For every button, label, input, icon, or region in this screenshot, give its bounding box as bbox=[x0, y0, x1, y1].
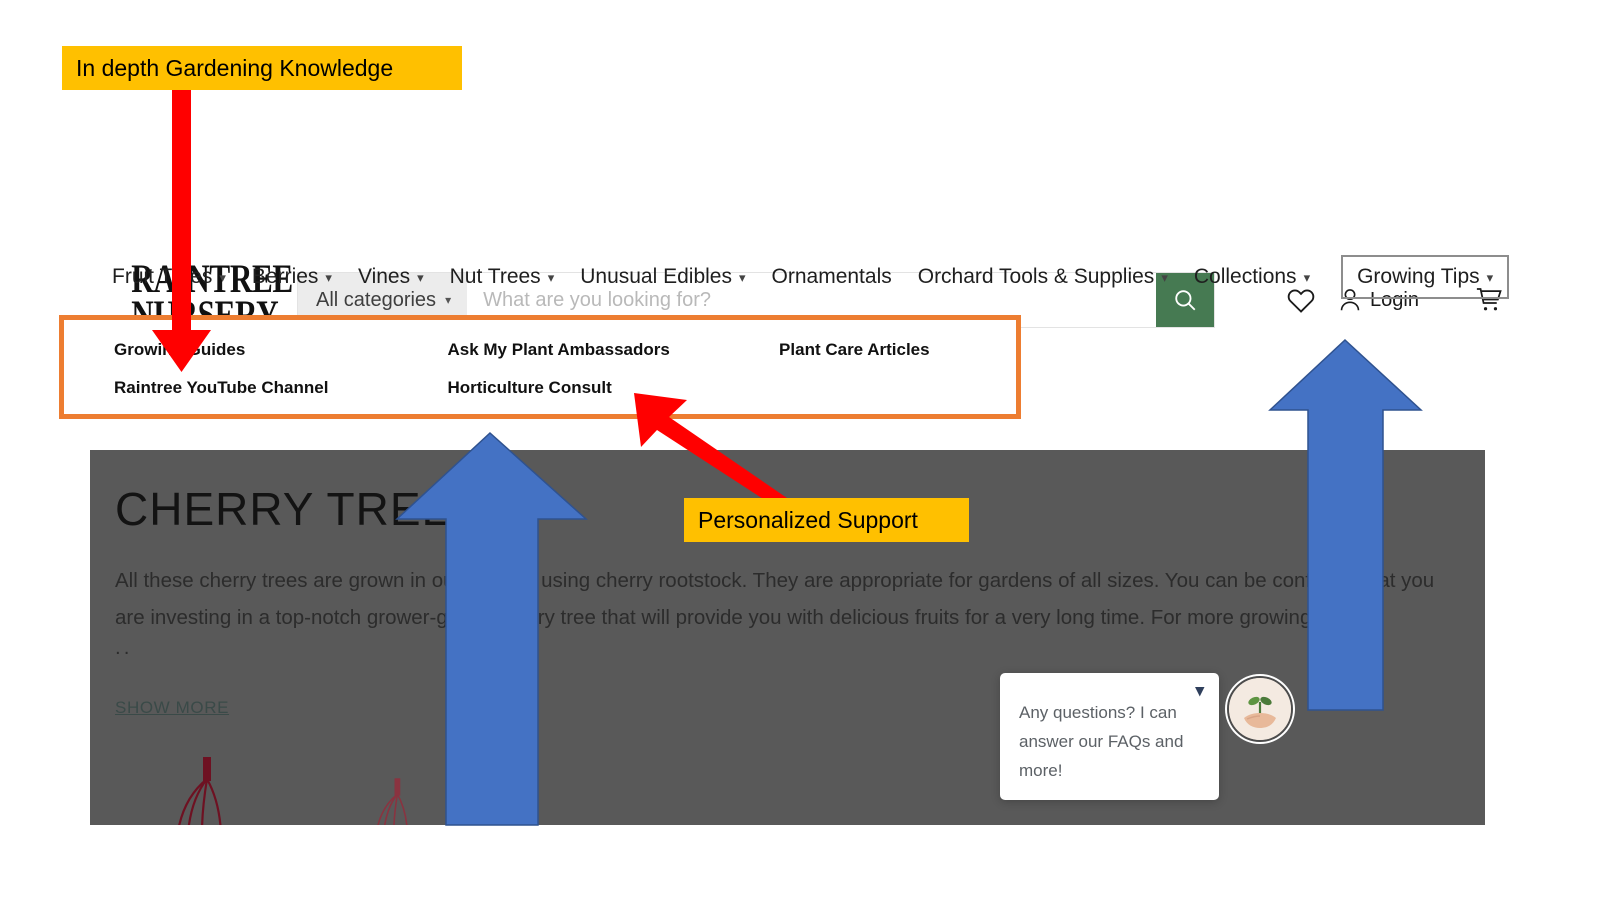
nav-item-nut-trees[interactable]: Nut Trees ▾ bbox=[450, 263, 555, 291]
nav-item-fruit-trees[interactable]: Fruit Trees ▾ bbox=[112, 263, 226, 291]
nav-label: Ornamentals bbox=[771, 265, 892, 288]
nav-item-orchard-tools-supplies[interactable]: Orchard Tools & Supplies ▾ bbox=[918, 263, 1168, 291]
nav-label: Unusual Edibles bbox=[580, 265, 732, 288]
hero-ellipsis: .. bbox=[115, 636, 133, 659]
chevron-down-icon: ▾ bbox=[1161, 270, 1168, 285]
nav-label: Collections bbox=[1193, 265, 1297, 288]
nav-item-berries[interactable]: Berries ▾ bbox=[252, 263, 332, 291]
chevron-down-icon: ▾ bbox=[325, 270, 332, 285]
nav-item-collections[interactable]: Collections ▾ bbox=[1194, 263, 1310, 291]
nav-label: Growing Tips bbox=[1357, 265, 1480, 288]
nav-item-unusual-edibles[interactable]: Unusual Edibles ▾ bbox=[580, 263, 745, 291]
chevron-down-icon[interactable]: ▾ bbox=[1195, 681, 1204, 701]
chevron-down-icon: ▾ bbox=[738, 270, 746, 285]
hand-holding-seedling-icon bbox=[1229, 678, 1291, 740]
nav-item-growing-tips[interactable]: Growing Tips ▾ bbox=[1341, 255, 1510, 299]
cherry-stem-decoration bbox=[377, 778, 408, 825]
cherry-stem-decoration bbox=[178, 757, 222, 825]
nav-label: Nut Trees bbox=[449, 265, 541, 288]
chevron-down-icon: ▾ bbox=[1486, 270, 1494, 285]
nav-label: Berries bbox=[251, 265, 319, 288]
chevron-down-icon: ▾ bbox=[417, 270, 424, 285]
chevron-down-icon: ▾ bbox=[547, 270, 555, 285]
nav-item-vines[interactable]: Vines ▾ bbox=[358, 263, 424, 291]
chat-message: Any questions? I can answer our FAQs and… bbox=[1019, 703, 1184, 780]
nav-label: Orchard Tools & Supplies bbox=[917, 265, 1155, 288]
site-header: RAINTREE NURSERY All categories ▾ What a… bbox=[0, 120, 1600, 335]
page-title: CHERRY TREES bbox=[115, 483, 485, 535]
chat-widget-bubble[interactable]: ▾ Any questions? I can answer our FAQs a… bbox=[1000, 673, 1219, 800]
nav-label: Fruit Trees bbox=[112, 265, 213, 288]
page-root: RAINTREE NURSERY All categories ▾ What a… bbox=[0, 0, 1600, 900]
chevron-down-icon: ▾ bbox=[219, 270, 226, 285]
annotation-label-support: Personalized Support bbox=[684, 498, 969, 542]
show-more-link[interactable]: SHOW MORE bbox=[115, 698, 229, 718]
annotation-label-knowledge: In depth Gardening Knowledge bbox=[62, 46, 462, 90]
main-nav: Fruit Trees ▾ Berries ▾ Vines ▾ Nut Tree… bbox=[0, 252, 1600, 302]
nav-label: Vines bbox=[357, 265, 411, 288]
chat-widget-avatar[interactable] bbox=[1227, 676, 1293, 742]
chevron-down-icon: ▾ bbox=[1303, 270, 1311, 285]
nav-item-ornamentals[interactable]: Ornamentals bbox=[772, 263, 892, 291]
hero-description: All these cherry trees are grown in our … bbox=[115, 569, 1435, 629]
highlight-box-dropdown bbox=[59, 315, 1021, 419]
